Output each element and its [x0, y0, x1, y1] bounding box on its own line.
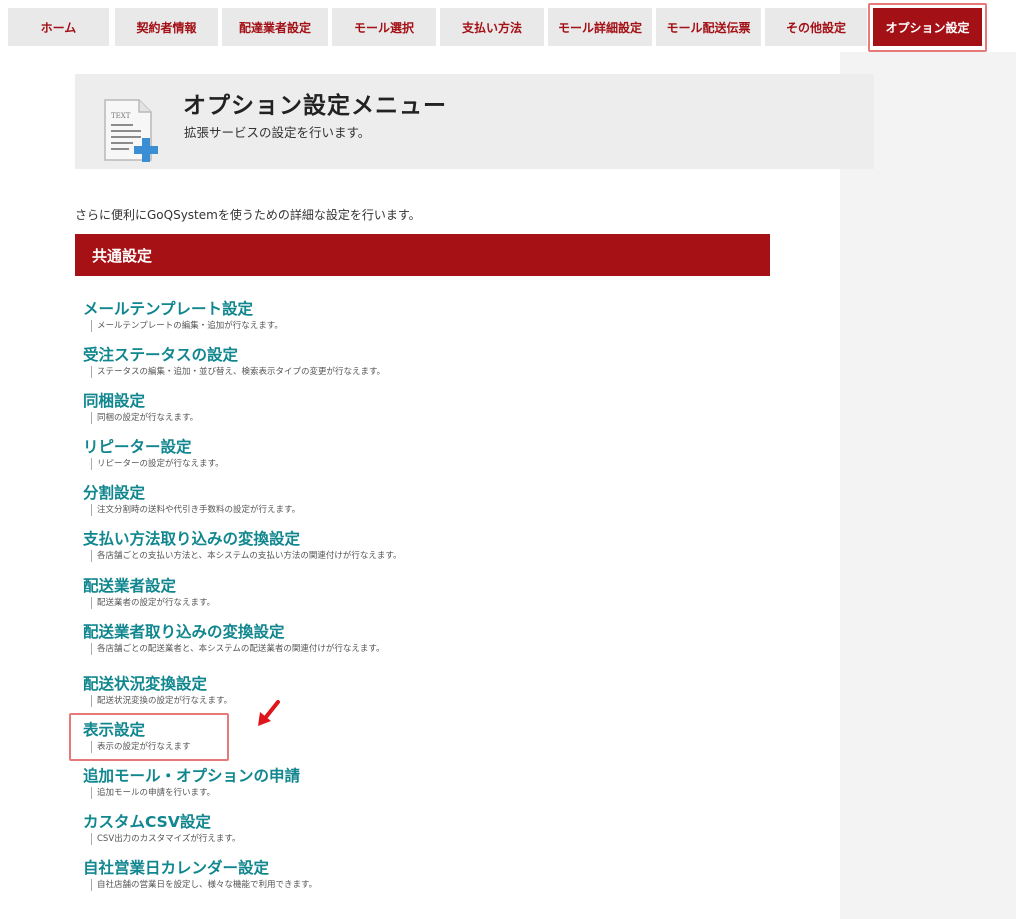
menu-item-desc: 配送状況変換の設定が行なえます。 — [91, 695, 232, 707]
top-nav: ホーム 契約者情報 配達業者設定 モール選択 支払い方法 モール詳細設定 モール… — [0, 0, 1024, 52]
menu-item-title[interactable]: カスタムCSV設定 — [83, 812, 241, 832]
menu-item-desc: 追加モールの申請を行います。 — [91, 787, 300, 799]
menu-item-title[interactable]: 配送状況変換設定 — [83, 674, 232, 694]
menu-item-repeater[interactable]: リピーター設定 リピーターの設定が行なえます。 — [83, 437, 224, 470]
tab-home[interactable]: ホーム — [8, 8, 109, 46]
menu-item-business-calendar[interactable]: 自社営業日カレンダー設定 自社店舗の営業日を設定し、様々な機能で利用できます。 — [83, 858, 317, 891]
tab-mall-select[interactable]: モール選択 — [332, 8, 436, 46]
menu-item-title[interactable]: メールテンプレート設定 — [83, 299, 283, 319]
menu-item-title[interactable]: 追加モール・オプションの申請 — [83, 766, 300, 786]
menu-item-split[interactable]: 分割設定 注文分割時の送料や代引き手数料の設定が行えます。 — [83, 483, 300, 516]
menu-item-title[interactable]: リピーター設定 — [83, 437, 224, 457]
menu-item-add-mall-option-request[interactable]: 追加モール・オプションの申請 追加モールの申請を行います。 — [83, 766, 300, 799]
menu-item-desc: 各店舗ごとの配送業者と、本システムの配送業者の関連付けが行なえます。 — [91, 643, 384, 655]
section-title: 共通設定 — [92, 247, 153, 265]
menu-item-title[interactable]: 自社営業日カレンダー設定 — [83, 858, 317, 878]
tab-delivery-carrier-settings[interactable]: 配達業者設定 — [222, 8, 328, 46]
menu-item-desc: 配送業者の設定が行なえます。 — [91, 597, 215, 609]
display-settings-highlight — [69, 713, 229, 761]
doc-icon-label: TEXT — [111, 112, 131, 120]
menu-item-bundle[interactable]: 同梱設定 同梱の設定が行なえます。 — [83, 391, 198, 424]
menu-item-title[interactable]: 分割設定 — [83, 483, 300, 503]
section-header-bar — [75, 234, 770, 276]
menu-item-carrier-settings[interactable]: 配送業者設定 配送業者の設定が行なえます。 — [83, 576, 215, 609]
menu-item-order-status[interactable]: 受注ステータスの設定 ステータスの編集・追加・並び替え、検索表示タイプの変更が行… — [83, 345, 385, 378]
menu-item-desc: 同梱の設定が行なえます。 — [91, 412, 198, 424]
menu-item-desc: ステータスの編集・追加・並び替え、検索表示タイプの変更が行なえます。 — [91, 366, 385, 378]
menu-item-custom-csv[interactable]: カスタムCSV設定 CSV出力のカスタマイズが行えます。 — [83, 812, 241, 845]
tab-payment-methods[interactable]: 支払い方法 — [440, 8, 544, 46]
pointer-arrow-icon — [258, 700, 280, 726]
tab-mall-shipping-slip[interactable]: モール配送伝票 — [656, 8, 761, 46]
text-document-add-icon: TEXT — [104, 99, 158, 162]
menu-item-carrier-import-conversion[interactable]: 配送業者取り込みの変換設定 各店舗ごとの配送業者と、本システムの配送業者の関連付… — [83, 622, 384, 655]
page-subtitle: 拡張サービスの設定を行います。 — [184, 125, 371, 140]
menu-item-desc: CSV出力のカスタマイズが行えます。 — [91, 833, 241, 845]
menu-item-title[interactable]: 配送業者設定 — [83, 576, 215, 596]
menu-item-delivery-status-conversion[interactable]: 配送状況変換設定 配送状況変換の設定が行なえます。 — [83, 674, 232, 707]
menu-item-title[interactable]: 配送業者取り込みの変換設定 — [83, 622, 384, 642]
menu-item-payment-import-conversion[interactable]: 支払い方法取り込みの変換設定 各店舗ごとの支払い方法と、本システムの支払い方法の… — [83, 529, 401, 562]
menu-item-desc: メールテンプレートの編集・追加が行なえます。 — [91, 320, 283, 332]
menu-item-title[interactable]: 支払い方法取り込みの変換設定 — [83, 529, 401, 549]
tab-contractor-info[interactable]: 契約者情報 — [115, 8, 218, 46]
page-title: オプション設定メニュー — [183, 93, 447, 119]
menu-item-desc: 自社店舗の営業日を設定し、様々な機能で利用できます。 — [91, 879, 317, 891]
menu-item-title[interactable]: 同梱設定 — [83, 391, 198, 411]
tab-mall-detail-settings[interactable]: モール詳細設定 — [548, 8, 652, 46]
right-gutter — [840, 52, 1016, 919]
menu-item-desc: 注文分割時の送料や代引き手数料の設定が行えます。 — [91, 504, 300, 516]
tab-other-settings[interactable]: その他設定 — [765, 8, 867, 46]
intro-text: さらに便利にGoQSystemを使うための詳細な設定を行います。 — [75, 208, 421, 222]
menu-item-desc: 各店舗ごとの支払い方法と、本システムの支払い方法の関連付けが行なえます。 — [91, 550, 401, 562]
menu-item-title[interactable]: 受注ステータスの設定 — [83, 345, 385, 365]
menu-item-mail-template[interactable]: メールテンプレート設定 メールテンプレートの編集・追加が行なえます。 — [83, 299, 283, 332]
menu-item-desc: リピーターの設定が行なえます。 — [91, 458, 224, 470]
active-tab-highlight — [868, 3, 987, 52]
